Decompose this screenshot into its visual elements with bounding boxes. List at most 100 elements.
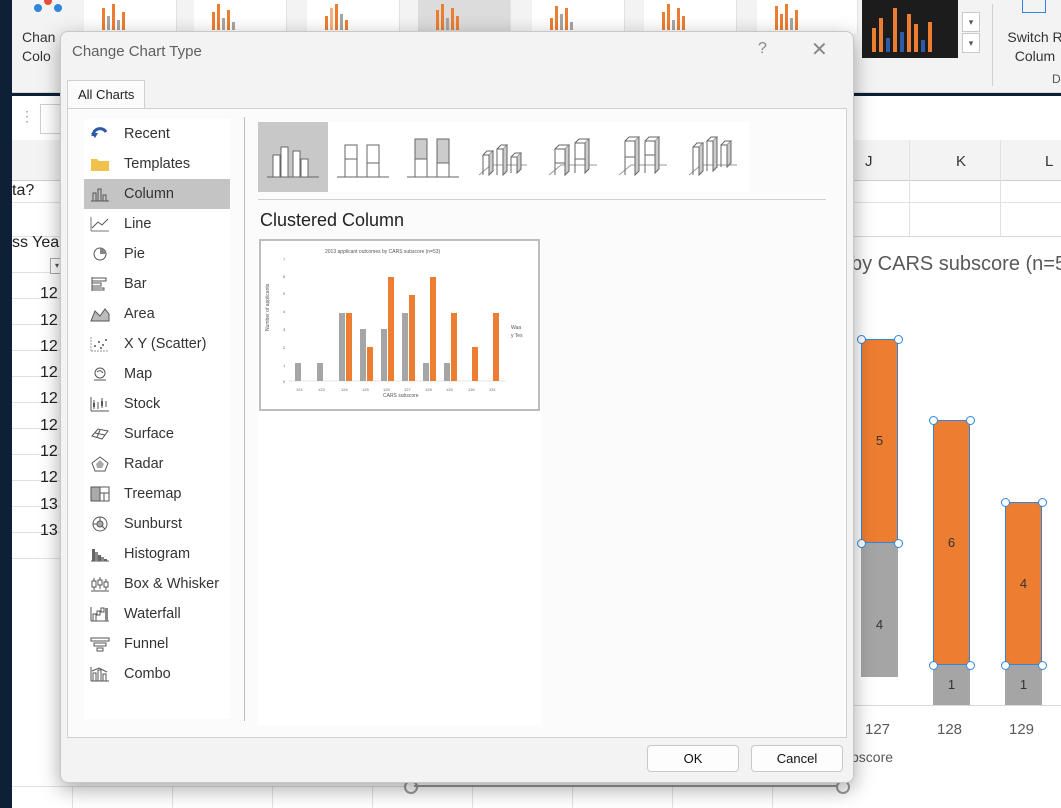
selection-handle[interactable] (929, 661, 938, 670)
chart-title[interactable]: by CARS subscore (n=5 (851, 253, 1061, 276)
chart-type-sunburst[interactable]: Sunburst (84, 509, 230, 539)
3d-100-stacked-column-icon (618, 136, 667, 177)
chart-type-label: Combo (124, 666, 171, 682)
chart-type-scatter[interactable]: X Y (Scatter) (84, 329, 230, 359)
radar-chart-icon (89, 454, 111, 474)
chart-type-funnel[interactable]: Funnel (84, 629, 230, 659)
chart-type-box-whisker[interactable]: Box & Whisker (84, 569, 230, 599)
3d-stacked-column-icon (548, 138, 597, 177)
svg-text:125: 125 (362, 387, 369, 392)
chart-type-surface[interactable]: Surface (84, 419, 230, 449)
chart-type-waterfall[interactable]: Waterfall (84, 599, 230, 629)
chart-type-line[interactable]: Line (84, 209, 230, 239)
selection-handle[interactable] (894, 539, 903, 548)
chart-style-thumb[interactable] (194, 0, 287, 34)
change-colors-icon[interactable] (30, 0, 70, 14)
chart-type-area[interactable]: Area (84, 299, 230, 329)
cell-value[interactable]: 13 (40, 496, 58, 514)
cell-ss-year[interactable]: ss Yea (12, 234, 59, 252)
chart-type-bar[interactable]: Bar (84, 269, 230, 299)
cancel-button[interactable]: Cancel (751, 745, 843, 772)
chart-type-templates[interactable]: Templates (84, 149, 230, 179)
x-tick-label: 129 (1009, 721, 1035, 738)
sunburst-chart-icon (89, 514, 111, 534)
bar-chart-icon (89, 274, 111, 294)
chart-style-thumb-dark[interactable] (862, 0, 958, 58)
selection-handle[interactable] (1038, 498, 1047, 507)
subtype-3d-stacked-column[interactable] (538, 122, 608, 192)
chart-style-thumb[interactable] (418, 0, 511, 34)
switch-row-label-1: Switch R (1007, 29, 1061, 45)
selection-handle[interactable] (929, 416, 938, 425)
column-header-j[interactable]: J (865, 153, 873, 170)
chart-type-map[interactable]: Map (84, 359, 230, 389)
svg-text:130: 130 (468, 387, 475, 392)
gallery-more[interactable]: ▾ (962, 33, 980, 53)
chart-type-treemap[interactable]: Treemap (84, 479, 230, 509)
chart-type-recent[interactable]: Recent (84, 119, 230, 149)
cell-value[interactable]: 12 (40, 443, 58, 461)
switch-row-column-icon[interactable] (1022, 0, 1046, 13)
chart-type-label: Treemap (124, 486, 182, 502)
cell-ta[interactable]: ta? (12, 182, 34, 200)
close-icon[interactable]: ✕ (811, 37, 828, 62)
cell-value[interactable]: 13 (40, 522, 58, 540)
chart-type-pie[interactable]: Pie (84, 239, 230, 269)
chart-style-thumb[interactable] (84, 0, 177, 34)
help-button[interactable]: ? (758, 40, 767, 58)
chart-style-thumb[interactable] (757, 0, 858, 34)
cell-value[interactable]: 12 (40, 417, 58, 435)
selection-handle[interactable] (966, 416, 975, 425)
chart-type-radar[interactable]: Radar (84, 449, 230, 479)
subtype-3d-column[interactable] (678, 122, 748, 192)
cell-value[interactable]: 12 (40, 469, 58, 487)
cell-value[interactable]: 12 (40, 312, 58, 330)
cell-value[interactable]: 12 (40, 390, 58, 408)
ok-button[interactable]: OK (647, 745, 739, 772)
treemap-chart-icon (89, 484, 111, 504)
dialog-title: Change Chart Type (72, 43, 202, 60)
chart-type-stock[interactable]: Stock (84, 389, 230, 419)
gallery-scroll-up[interactable]: ▾ (962, 12, 980, 32)
subtype-clustered-column[interactable] (258, 122, 328, 192)
chart-style-thumb[interactable] (532, 0, 625, 34)
subtype-3d-100-stacked-column[interactable] (608, 122, 678, 192)
subtype-stacked-column[interactable] (328, 122, 398, 192)
tab-all-charts[interactable]: All Charts (67, 80, 146, 109)
cell-value[interactable]: 12 (40, 364, 58, 382)
chart-type-column[interactable]: Column (84, 179, 230, 209)
selection-handle[interactable] (857, 539, 866, 548)
chart-style-thumb[interactable] (307, 0, 400, 34)
change-colors-button[interactable]: Chan Colo (22, 28, 62, 66)
subtype-100-stacked-column[interactable] (398, 122, 468, 192)
formula-bar-handle-icon: ⋮ (20, 108, 34, 124)
seg-label: 4 (875, 617, 884, 632)
selection-handle[interactable] (857, 335, 866, 344)
svg-text:129: 129 (446, 387, 453, 392)
cell-value[interactable]: 12 (40, 285, 58, 303)
x-axis-line (839, 705, 1061, 706)
line-chart-icon (89, 214, 111, 234)
column-header-l[interactable]: L (1045, 153, 1053, 170)
switch-row-column-button[interactable]: Switch R Colum (1000, 28, 1061, 66)
embedded-chart[interactable]: by CARS subscore (n=5 5 4 6 1 4 1 127 12… (838, 236, 1061, 787)
selection-handle[interactable] (966, 661, 975, 670)
column-header-k[interactable]: K (956, 153, 966, 170)
subtype-3d-clustered-column[interactable] (468, 122, 538, 192)
bar-127-gray[interactable] (861, 543, 898, 677)
x-axis-title[interactable]: bscore (851, 749, 893, 765)
x-tick-label: 127 (865, 721, 891, 738)
chart-type-histogram[interactable]: Histogram (84, 539, 230, 569)
selection-handle[interactable] (1001, 498, 1010, 507)
svg-text:5: 5 (283, 291, 286, 296)
cell-value[interactable]: 12 (40, 338, 58, 356)
selection-handle[interactable] (894, 335, 903, 344)
seg-label: 6 (947, 535, 956, 550)
funnel-chart-icon (89, 634, 111, 654)
selection-handle[interactable] (1001, 661, 1010, 670)
selection-handle[interactable] (1038, 661, 1047, 670)
chart-style-thumb[interactable] (644, 0, 737, 34)
chart-type-label: Bar (124, 276, 147, 292)
chart-preview[interactable]: 2013 applicant outcomes by CARS subscore… (259, 239, 540, 411)
chart-type-combo[interactable]: Combo (84, 659, 230, 689)
